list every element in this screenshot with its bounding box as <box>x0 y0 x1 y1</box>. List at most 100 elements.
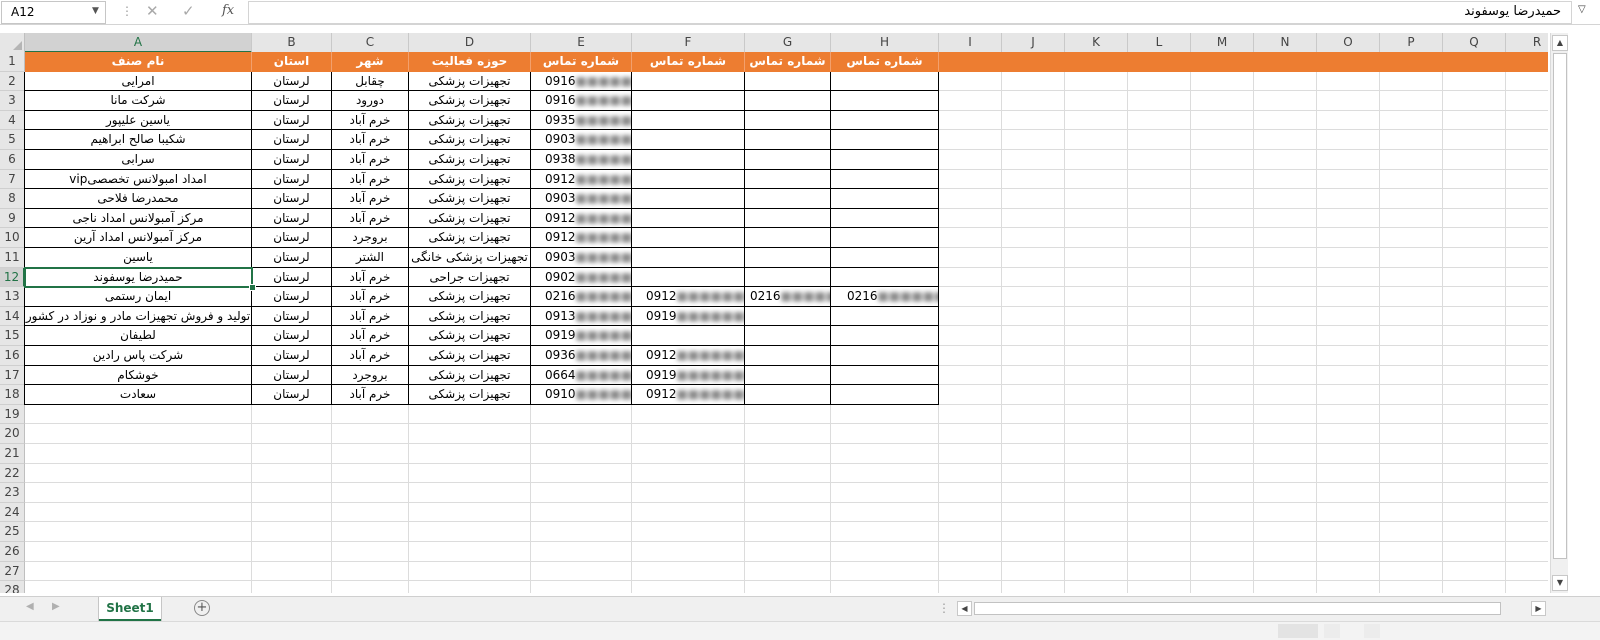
cell[interactable] <box>1128 91 1191 111</box>
cell[interactable] <box>1065 385 1128 405</box>
cell[interactable] <box>1317 267 1380 288</box>
cell[interactable] <box>1002 306 1065 327</box>
table-cell[interactable]: یاسین علیپور <box>25 110 252 131</box>
cell[interactable] <box>831 444 939 464</box>
cell[interactable] <box>1380 228 1443 248</box>
cell[interactable] <box>1254 404 1317 425</box>
cell[interactable] <box>1254 228 1317 248</box>
table-cell[interactable]: 0903■■■■■■■ <box>531 189 632 209</box>
row-header-24[interactable]: 24 <box>0 502 25 523</box>
table-cell[interactable]: تجهیزات پزشکی <box>409 228 531 248</box>
table-cell[interactable]: تجهیزات جراحی <box>409 267 531 288</box>
table-cell[interactable]: خرم آباد <box>332 306 409 327</box>
cell[interactable] <box>831 502 939 523</box>
cell[interactable] <box>1380 169 1443 190</box>
cell[interactable] <box>1128 346 1191 366</box>
table-cell[interactable] <box>745 326 831 346</box>
table-cell[interactable]: خرم آباد <box>332 189 409 209</box>
cell[interactable] <box>1317 522 1380 542</box>
normal-view-button[interactable] <box>1278 624 1318 638</box>
row-header-2[interactable]: 2 <box>0 71 25 92</box>
cell[interactable] <box>332 542 409 562</box>
cell[interactable] <box>25 424 252 444</box>
cell[interactable] <box>1065 502 1128 523</box>
table-cell[interactable]: تجهیزات پزشکی <box>409 287 531 307</box>
table-cell[interactable]: دورود <box>332 91 409 111</box>
row-header-16[interactable]: 16 <box>0 346 25 366</box>
table-cell[interactable]: تجهیزات پزشکی <box>409 150 531 170</box>
table-cell[interactable]: خوشکام <box>25 365 252 386</box>
table-cell[interactable]: سرابی <box>25 150 252 170</box>
cell[interactable] <box>1443 189 1506 209</box>
cell[interactable] <box>1443 326 1506 346</box>
cell[interactable] <box>1317 189 1380 209</box>
table-cell[interactable]: 0912■■■■■■■ <box>531 208 632 229</box>
row-header-19[interactable]: 19 <box>0 404 25 425</box>
row-header-23[interactable]: 23 <box>0 483 25 503</box>
cell[interactable] <box>531 444 632 464</box>
row-header-22[interactable]: 22 <box>0 463 25 484</box>
table-cell[interactable] <box>745 71 831 92</box>
row-header-10[interactable]: 10 <box>0 228 25 248</box>
cell[interactable] <box>1254 287 1317 307</box>
table-cell[interactable]: تجهیزات پزشکی <box>409 71 531 92</box>
cell[interactable] <box>1002 463 1065 484</box>
cell[interactable] <box>1065 424 1128 444</box>
row-header-25[interactable]: 25 <box>0 522 25 542</box>
row-header-20[interactable]: 20 <box>0 424 25 444</box>
cell[interactable] <box>1443 385 1506 405</box>
cell[interactable] <box>531 463 632 484</box>
table-header-cell[interactable]: شماره تماس <box>745 52 831 72</box>
cell[interactable] <box>1128 130 1191 150</box>
table-cell[interactable]: مرکز آمبولانس امداد آرین <box>25 228 252 248</box>
function-icon[interactable]: fx <box>222 3 234 18</box>
column-header-g[interactable]: G <box>745 33 831 53</box>
row-header-4[interactable]: 4 <box>0 110 25 131</box>
table-cell[interactable]: خرم آباد <box>332 110 409 131</box>
cell[interactable] <box>1380 189 1443 209</box>
cell[interactable] <box>531 424 632 444</box>
cell[interactable] <box>409 502 531 523</box>
table-cell[interactable]: لطیفان <box>25 326 252 346</box>
cell[interactable] <box>1380 306 1443 327</box>
table-cell[interactable]: امداد امبولانس تخصصیvip <box>25 169 252 190</box>
column-header-l[interactable]: L <box>1128 33 1191 53</box>
cell[interactable] <box>1002 581 1065 593</box>
column-header-e[interactable]: E <box>531 33 632 53</box>
table-cell[interactable]: تجهیزات پزشکی <box>409 385 531 405</box>
table-cell[interactable] <box>831 91 939 111</box>
cell[interactable] <box>939 542 1002 562</box>
cell[interactable] <box>25 404 252 425</box>
vertical-scrollbar[interactable]: ▲ ▼ <box>1550 33 1568 593</box>
table-cell[interactable]: 0216■■■■■■■ <box>745 287 831 307</box>
cell[interactable] <box>1128 52 1191 72</box>
cell[interactable] <box>632 502 745 523</box>
page-break-button[interactable] <box>1364 624 1380 638</box>
cell[interactable] <box>1191 306 1254 327</box>
cell[interactable] <box>939 306 1002 327</box>
cell[interactable] <box>1506 170 1548 190</box>
table-cell[interactable]: یاسین <box>25 248 252 268</box>
table-cell[interactable]: بروجرد <box>332 365 409 386</box>
table-cell[interactable]: لرستان <box>252 306 332 327</box>
table-cell[interactable] <box>831 71 939 92</box>
table-cell[interactable]: 0912■■■■■■■ <box>632 287 745 307</box>
cell[interactable] <box>1128 228 1191 248</box>
table-cell[interactable]: لرستان <box>252 267 332 288</box>
cell[interactable] <box>1128 561 1191 582</box>
cell[interactable] <box>1002 169 1065 190</box>
cell[interactable] <box>1065 228 1128 248</box>
row-header-1[interactable]: 1 <box>0 52 25 72</box>
cell[interactable] <box>632 522 745 542</box>
cell[interactable] <box>25 561 252 582</box>
table-cell[interactable] <box>831 326 939 346</box>
table-cell[interactable]: لرستان <box>252 91 332 111</box>
cell[interactable] <box>332 404 409 425</box>
table-cell[interactable] <box>632 189 745 209</box>
cell[interactable] <box>745 424 831 444</box>
cell[interactable] <box>1254 130 1317 150</box>
cell[interactable] <box>1128 424 1191 444</box>
table-cell[interactable]: 0664■■■■■■■ <box>531 365 632 386</box>
table-cell[interactable]: تجهیزات پزشکی <box>409 169 531 190</box>
cell[interactable] <box>1254 91 1317 111</box>
